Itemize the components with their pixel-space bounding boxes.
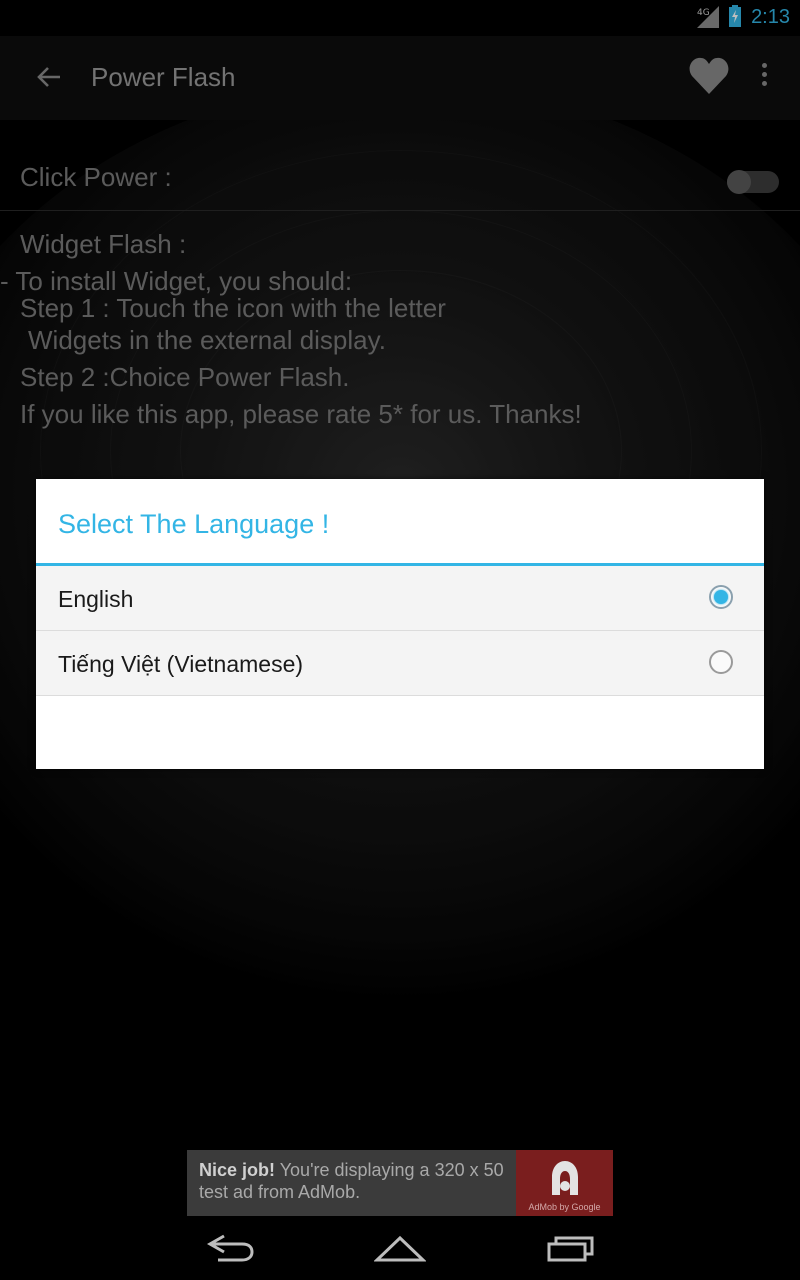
language-option-english[interactable]: English — [36, 566, 764, 631]
ad-bold-text: Nice job! — [199, 1160, 276, 1180]
screen: 4G 2:13 Power Flash Click Power : Widget… — [0, 0, 800, 1280]
language-dialog: Select The Language ! English Tiếng Việt… — [36, 479, 764, 769]
option-label: Tiếng Việt (Vietnamese) — [58, 651, 304, 677]
radio-unselected-icon[interactable] — [709, 650, 733, 674]
back-icon[interactable] — [204, 1232, 256, 1264]
ad-text: Nice job! You're displaying a 320 x 50 t… — [199, 1159, 519, 1203]
navigation-bar — [0, 1216, 800, 1280]
ad-banner[interactable]: Nice job! You're displaying a 320 x 50 t… — [187, 1150, 613, 1216]
recent-apps-icon[interactable] — [546, 1232, 598, 1264]
admob-caption: AdMob by Google — [528, 1202, 601, 1212]
option-label: English — [58, 586, 134, 612]
admob-logo-icon — [552, 1161, 578, 1195]
radio-selected-icon[interactable] — [709, 585, 733, 609]
dialog-title: Select The Language ! — [58, 509, 330, 539]
language-option-vietnamese[interactable]: Tiếng Việt (Vietnamese) — [36, 631, 764, 696]
home-icon[interactable] — [374, 1232, 426, 1264]
admob-badge: AdMob by Google — [516, 1150, 613, 1216]
